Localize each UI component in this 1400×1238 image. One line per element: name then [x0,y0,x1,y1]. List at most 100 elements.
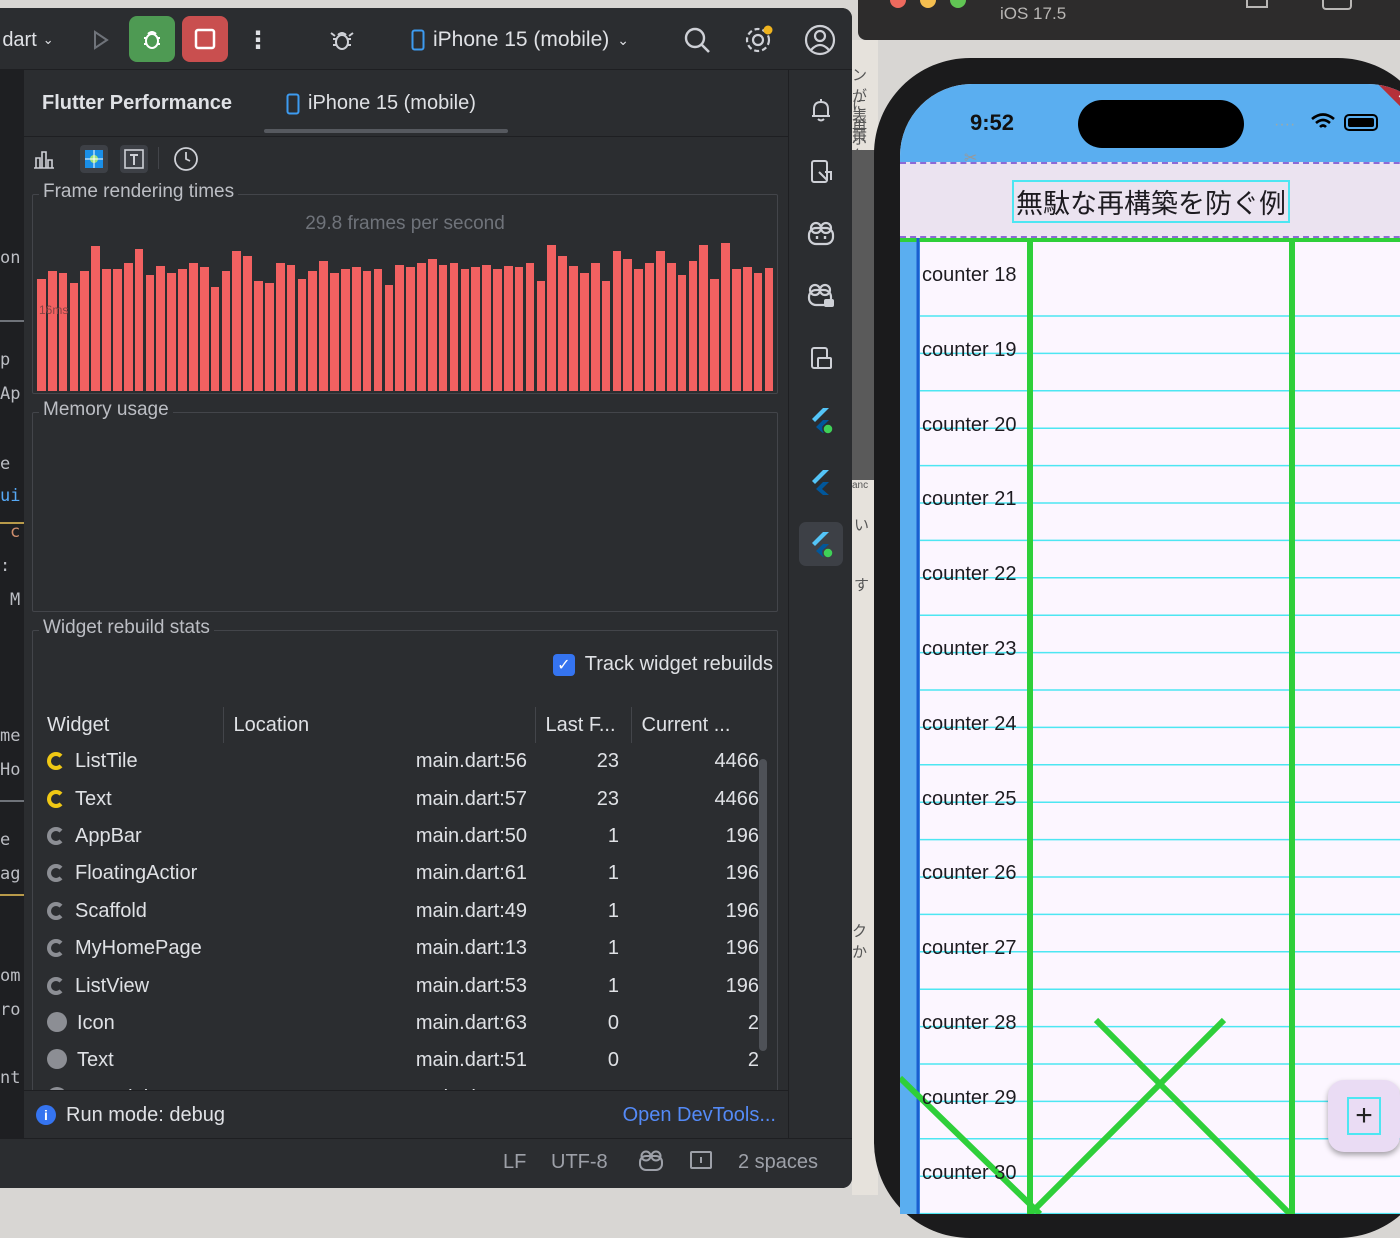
rebuild-table-row[interactable]: MyHomePage main.dart:13 1 196 [37,930,771,967]
frame-bar[interactable] [493,269,502,391]
location-cell[interactable]: main.dart:61 [223,855,535,892]
account-icon[interactable] [802,24,838,56]
location-cell[interactable]: main.dart:63 [223,1005,535,1042]
home-button-icon[interactable] [1246,0,1268,8]
frame-bar[interactable] [265,283,274,391]
frame-bar[interactable] [569,266,578,391]
location-cell[interactable]: main.dart:50 [223,818,535,855]
frame-bar[interactable] [677,275,687,391]
open-devtools-link[interactable]: Open DevTools... [623,1104,776,1127]
frame-bar[interactable] [655,251,665,391]
frame-bar[interactable] [373,269,383,391]
frame-bar[interactable] [623,259,633,391]
frame-bar[interactable] [612,251,622,391]
run-icon[interactable] [84,24,116,56]
frame-bar[interactable] [37,279,46,391]
column-header-current[interactable]: Current ... [631,707,771,743]
frame-bar[interactable] [558,256,567,391]
frame-bar[interactable] [742,267,752,391]
frame-bar[interactable] [221,271,231,391]
stop-button[interactable] [182,16,228,62]
frame-bar[interactable] [210,287,220,391]
frame-bar[interactable] [123,263,133,391]
frame-bar[interactable] [232,251,242,391]
counter-list-item[interactable]: counter 21 [922,488,1017,511]
rebuild-table-row[interactable]: ListView main.dart:53 1 196 [37,967,771,1004]
frame-bar[interactable] [330,273,339,391]
location-cell[interactable]: main.dart:57 [223,780,535,817]
frame-bar[interactable] [666,263,676,391]
settings-gear-icon[interactable] [740,24,776,56]
rebuild-table-row[interactable]: Icon main.dart:63 0 2 [37,1005,771,1042]
frame-bar[interactable] [710,279,719,391]
rebuild-table-row[interactable]: Text main.dart:51 0 2 [37,1042,771,1079]
frame-bar[interactable] [178,269,187,391]
frame-bar[interactable] [91,246,100,391]
text-baseline-icon[interactable] [120,145,148,173]
bar-chart-icon[interactable] [30,145,58,173]
rebuild-table-row[interactable]: ListTile main.dart:56 23 4466 [37,743,771,780]
frame-bar[interactable] [80,271,90,391]
counter-list-item[interactable]: counter 23 [922,638,1017,661]
readonly-toggle-icon[interactable] [688,1149,714,1179]
frame-bar[interactable] [351,267,361,391]
flutter-outline-icon[interactable] [799,460,843,504]
frame-bar[interactable] [406,267,415,391]
frame-bar[interactable] [471,267,481,391]
indent-indicator[interactable]: 2 spaces [738,1151,818,1174]
line-separator-indicator[interactable]: LF [503,1151,526,1174]
rebuild-table-row[interactable]: Text main.dart:57 23 4466 [37,780,771,817]
frame-bar[interactable] [134,249,144,391]
counter-list-item[interactable]: counter 26 [922,862,1017,885]
device-tab[interactable]: iPhone 15 (mobile) [286,92,476,115]
track-rebuilds-checkbox[interactable]: ✓ Track widget rebuilds [552,653,773,676]
counter-list-item[interactable]: counter 20 [922,414,1017,437]
more-actions-icon[interactable]: ⋮ [246,24,270,56]
location-cell[interactable]: main.dart:56 [223,743,535,780]
location-cell[interactable]: main.dart:13 [223,930,535,967]
frame-bar[interactable] [102,269,111,391]
frame-bar[interactable] [199,267,209,391]
notifications-bell-icon[interactable] [799,88,843,132]
flutter-inspector-icon[interactable] [799,398,843,442]
frame-bar[interactable] [69,283,79,391]
rebuild-table-row[interactable]: Scaffold main.dart:49 1 196 [37,893,771,930]
counter-list-item[interactable]: counter 29 [922,1087,1017,1110]
counter-list-item[interactable]: counter 22 [922,563,1017,586]
counter-list-item[interactable]: counter 27 [922,937,1017,960]
frame-bar[interactable] [525,263,535,391]
frame-bar[interactable] [536,281,546,391]
frame-bar[interactable] [47,271,57,391]
frame-bar[interactable] [579,273,589,391]
counter-list-item[interactable]: counter 18 [922,264,1017,287]
encoding-indicator[interactable]: UTF-8 [551,1151,608,1174]
device-selector[interactable]: iPhone 15 (mobile) ⌄ [400,24,640,56]
frame-bar[interactable] [688,261,698,391]
frame-bar[interactable] [417,263,426,391]
copilot-chat-icon[interactable] [799,274,843,318]
frame-bar[interactable] [645,263,654,391]
debug-button[interactable] [129,16,175,62]
frame-bar[interactable] [634,269,643,391]
frame-bar[interactable] [362,271,372,391]
location-cell[interactable]: main.dart:51 [223,1042,535,1079]
frame-bar[interactable] [427,259,437,391]
frame-bar[interactable] [113,269,122,391]
frame-bar[interactable] [275,263,285,391]
frame-bar[interactable] [721,243,730,391]
frame-bar[interactable] [460,269,470,391]
counter-list-item[interactable]: counter 25 [922,788,1017,811]
frame-bar[interactable] [590,263,600,391]
frame-bar[interactable] [482,265,491,391]
counter-list-item[interactable]: counter 30 [922,1162,1017,1185]
frame-bar[interactable] [254,281,263,391]
frame-bar[interactable] [308,271,318,391]
table-scrollbar[interactable] [759,759,767,1051]
location-cell[interactable]: main.dart:49 [223,893,535,930]
counter-list-item[interactable]: counter 19 [922,339,1017,362]
counter-list[interactable]: counter 18 counter 19 counter 20 counter 21… [900,238,1400,1214]
frame-bar[interactable] [601,281,611,391]
screenshot-camera-icon[interactable] [1322,0,1352,10]
column-header-last-frame[interactable]: Last F... [535,707,632,743]
frame-bar[interactable] [58,273,68,391]
